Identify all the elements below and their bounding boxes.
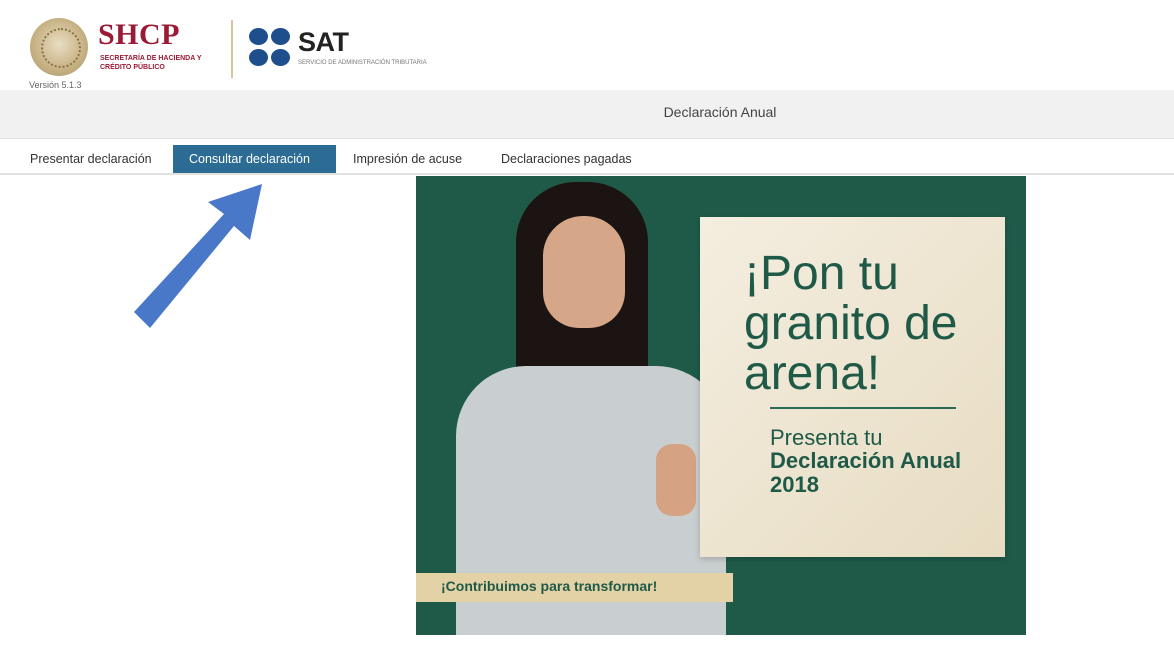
page-titlebar: Declaración Anual — [0, 90, 1174, 139]
sat-logo-subtitle: SERVICIO DE ADMINISTRACIÓN TRIBUTARIA — [298, 60, 427, 66]
promo-headline: ¡Pon tu granito de arena! — [744, 247, 958, 400]
mexico-seal-logo — [30, 18, 88, 76]
nav-tabs: Presentar declaración Consultar declarac… — [0, 145, 1174, 175]
site-header: SHCP SECRETARÍA DE HACIENDA Y CRÉDITO PÚ… — [0, 0, 1174, 90]
page-title: Declaración Anual — [663, 104, 777, 120]
thumbs-up-icon — [656, 444, 696, 516]
shcp-logo-subtitle: SECRETARÍA DE HACIENDA Y CRÉDITO PÚBLICO — [100, 55, 202, 71]
promo-banner[interactable]: ¡Pon tu granito de arena! Presenta tu De… — [416, 176, 1026, 635]
promo-card: ¡Pon tu granito de arena! Presenta tu De… — [700, 217, 1005, 557]
version-label: Versión 5.1.3 — [29, 80, 82, 90]
promo-line2: Declaración Anual 2018 — [770, 448, 962, 497]
tab-presentar-declaracion[interactable]: Presentar declaración — [14, 145, 168, 173]
promo-ribbon: ¡Contribuimos para transformar! — [416, 573, 733, 602]
promo-divider — [770, 407, 956, 409]
tab-consultar-declaracion[interactable]: Consultar declaración — [173, 145, 336, 173]
sat-dots-icon — [249, 28, 293, 68]
promo-ribbon-text: ¡Contribuimos para transformar! — [441, 578, 658, 594]
tab-impresion-de-acuse[interactable]: Impresión de acuse — [337, 145, 478, 173]
shcp-logo-title: SHCP — [98, 18, 181, 51]
tab-declaraciones-pagadas[interactable]: Declaraciones pagadas — [485, 145, 648, 173]
logo-divider — [231, 20, 233, 78]
person-face — [543, 216, 625, 328]
pointer-arrow-icon — [134, 184, 262, 328]
sat-logo-title: SAT — [298, 27, 349, 57]
